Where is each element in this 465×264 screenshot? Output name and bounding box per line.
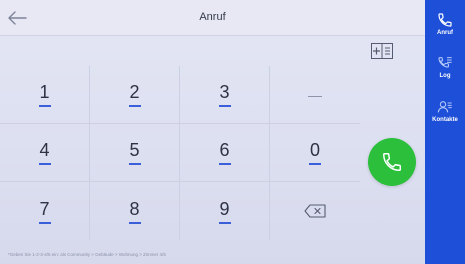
contact-list-toggle-icon xyxy=(371,43,393,59)
key-1[interactable]: 1 xyxy=(0,66,90,124)
key-underline xyxy=(128,105,141,107)
contact-list-toggle-button[interactable] xyxy=(369,41,395,61)
key-underline xyxy=(309,163,321,165)
key-underline xyxy=(218,163,231,165)
sidebar-item-label: Anruf xyxy=(437,30,453,36)
right-sidebar: Anruf Log Kontakte xyxy=(425,0,465,264)
phone-icon xyxy=(383,153,401,171)
backspace-icon xyxy=(304,204,326,218)
dial-hint-text: *Geben Sie 1-2-3-4/5 ein: als Community … xyxy=(8,252,166,257)
page-title: Anruf xyxy=(199,11,226,23)
key-9[interactable]: 9 xyxy=(180,182,270,240)
call-button[interactable] xyxy=(368,138,416,186)
key-underline xyxy=(218,105,231,107)
key-label: 2 xyxy=(129,82,140,102)
key-dash[interactable]: — xyxy=(270,66,360,124)
key-underline xyxy=(38,105,51,107)
phone-icon xyxy=(438,13,452,27)
sidebar-item-label: Log xyxy=(439,73,451,79)
key-label: 3 xyxy=(219,82,230,102)
key-8[interactable]: 8 xyxy=(90,182,180,240)
key-label: 7 xyxy=(39,198,50,219)
key-2[interactable]: 2 xyxy=(90,66,180,124)
call-log-icon xyxy=(438,57,452,68)
key-7[interactable]: 7 xyxy=(0,182,90,240)
key-4[interactable]: 4 xyxy=(0,124,90,182)
key-underline xyxy=(128,221,141,224)
key-5[interactable]: 5 xyxy=(90,124,180,182)
key-6[interactable]: 6 xyxy=(180,124,270,182)
key-underline xyxy=(128,163,141,165)
sidebar-item-anruf[interactable]: Anruf xyxy=(425,12,465,36)
key-label: 1 xyxy=(39,82,50,102)
key-underline xyxy=(218,221,231,224)
key-label: 6 xyxy=(219,140,230,160)
key-label: — xyxy=(308,86,322,103)
key-label: 9 xyxy=(219,198,230,219)
backspace-button[interactable] xyxy=(270,182,360,240)
key-label: 0 xyxy=(309,140,320,160)
contacts-icon xyxy=(437,101,452,113)
key-label: 8 xyxy=(129,198,140,219)
sidebar-item-label: Kontakte xyxy=(432,117,458,123)
key-label: 4 xyxy=(39,140,50,160)
header-bar: Anruf xyxy=(0,0,425,36)
key-underline xyxy=(38,221,51,224)
key-3[interactable]: 3 xyxy=(180,66,270,124)
dial-keypad: 1 2 3 — 4 5 6 0 7 8 9 xyxy=(0,66,360,258)
key-0[interactable]: 0 xyxy=(270,124,360,182)
sidebar-item-log[interactable]: Log xyxy=(425,55,465,79)
key-underline xyxy=(38,163,51,165)
intercom-screen: Anruf 1 2 3 — 4 5 6 0 7 8 9 *Geben Sie 1… xyxy=(0,0,465,264)
sidebar-item-kontakte[interactable]: Kontakte xyxy=(425,99,465,123)
key-label: 5 xyxy=(129,140,140,160)
